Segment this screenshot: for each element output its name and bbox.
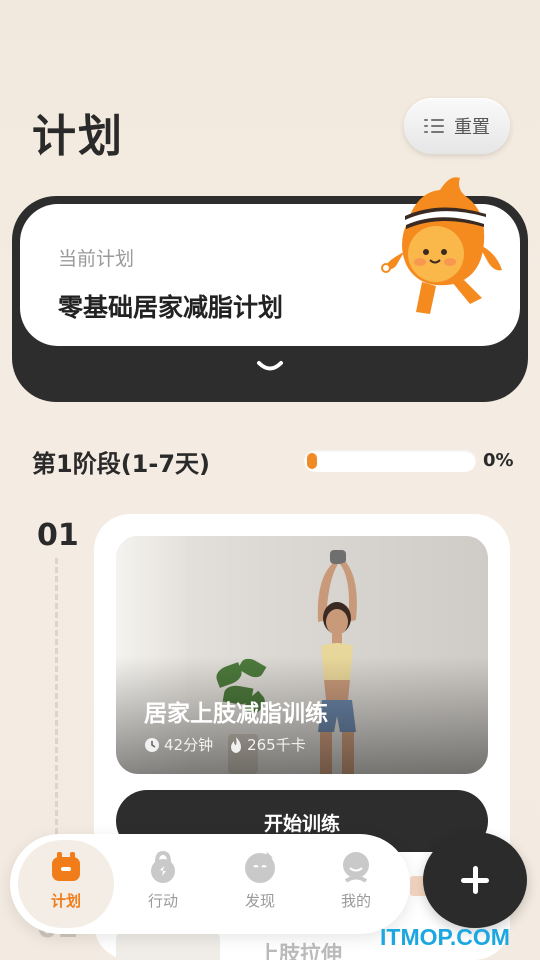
- page-title: 计划: [32, 111, 124, 162]
- tab-discover[interactable]: 发现: [220, 850, 300, 911]
- flame-icon: [231, 736, 242, 753]
- current-plan-name: 零基础居家减脂计划: [58, 293, 284, 322]
- plan-icon: [49, 850, 83, 884]
- tab-plan-label: 计划: [50, 892, 81, 910]
- workout-image[interactable]: 居家上肢减脂训练 42分钟 265千卡: [116, 536, 488, 774]
- reset-button[interactable]: 重置: [404, 98, 510, 154]
- bottom-tab-bar: 计划 行动 发现 我的: [10, 834, 410, 934]
- workout-duration: 42分钟: [164, 736, 214, 754]
- tab-plan[interactable]: 计划: [26, 850, 106, 911]
- discover-icon: [243, 850, 277, 884]
- plus-icon-vertical: [472, 866, 478, 894]
- kettlebell-icon: [146, 850, 180, 884]
- stage-title: 第1阶段(1-7天): [32, 450, 210, 478]
- tab-profile-label: 我的: [340, 892, 371, 910]
- tab-discover-label: 发现: [244, 892, 275, 910]
- tab-action[interactable]: 行动: [123, 850, 203, 911]
- stage-progress-fill: [307, 453, 317, 469]
- calories-item: 265千卡: [229, 734, 306, 755]
- chevron-down-icon[interactable]: [256, 360, 284, 374]
- tab-profile[interactable]: 我的: [316, 850, 396, 911]
- stage-progress-label: 0%: [483, 450, 514, 471]
- mascot-illustration: [381, 177, 502, 314]
- clock-icon: [145, 737, 159, 752]
- workout-calories: 265千卡: [247, 736, 306, 754]
- stage-progress-bar: [304, 450, 476, 472]
- tab-action-label: 行动: [147, 892, 178, 910]
- watermark: ITMOP.COM: [380, 924, 510, 950]
- workout-meta: 42分钟 265千卡: [144, 734, 306, 755]
- next-workout-title[interactable]: 上肢拉伸: [258, 938, 342, 960]
- workout-title: 居家上肢减脂训练: [144, 701, 328, 727]
- reset-label: 重置: [454, 117, 490, 138]
- duration-item: 42分钟: [144, 734, 213, 755]
- profile-icon: [339, 850, 373, 884]
- current-plan-caption: 当前计划: [58, 248, 135, 270]
- add-button[interactable]: [423, 832, 527, 928]
- day-number: 01: [37, 518, 79, 553]
- list-icon: [424, 118, 444, 134]
